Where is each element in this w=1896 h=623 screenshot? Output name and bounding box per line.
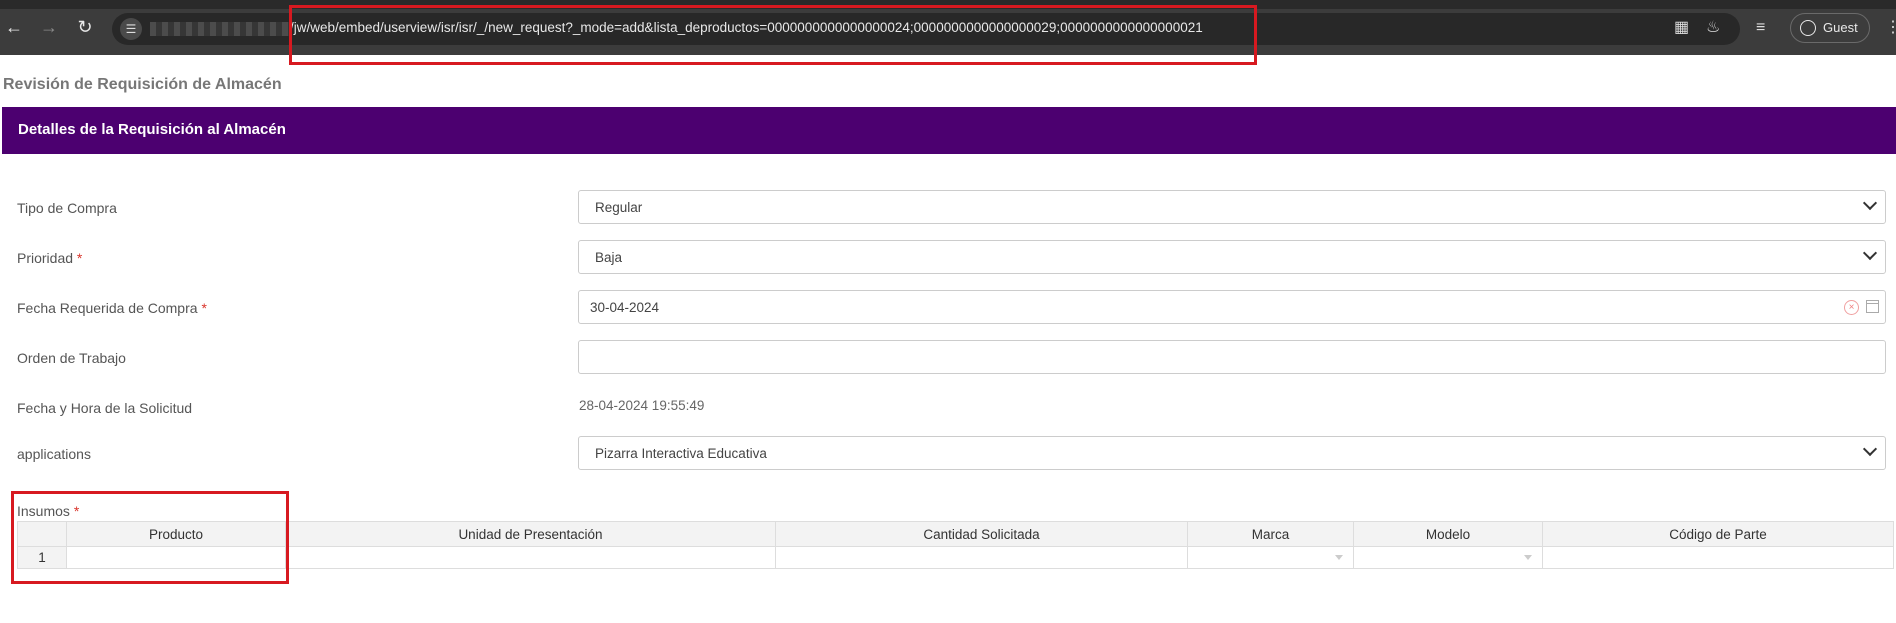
section-header-title: Detalles de la Requisición al Almacén xyxy=(18,121,286,138)
orden-trabajo-input[interactable] xyxy=(578,340,1886,374)
insumos-grid: Producto Unidad de Presentación Cantidad… xyxy=(17,521,1894,569)
fecha-requerida-label: Fecha Requerida de Compra * xyxy=(17,300,207,316)
insumos-highlight-box xyxy=(11,491,289,584)
dropdown-arrow-icon xyxy=(1524,555,1532,560)
required-mark: * xyxy=(201,300,207,316)
clear-icon[interactable]: × xyxy=(1844,300,1859,315)
tipo-compra-value: Regular xyxy=(595,200,643,215)
prioridad-label: Prioridad * xyxy=(17,250,83,266)
reload-icon[interactable]: ↻ xyxy=(74,16,96,38)
marca-cell[interactable] xyxy=(1187,546,1354,569)
url-highlight-box xyxy=(289,5,1257,65)
fecha-requerida-value: 30-04-2024 xyxy=(590,300,660,315)
menu-icon[interactable]: ⋮ xyxy=(1885,18,1896,38)
applications-label: applications xyxy=(17,446,91,462)
dropdown-arrow-icon xyxy=(1335,555,1343,560)
calendar-icon[interactable] xyxy=(1866,300,1879,313)
reading-list-icon[interactable]: ≡ xyxy=(1756,18,1765,38)
applications-value: Pizarra Interactiva Educativa xyxy=(595,446,767,461)
chevron-down-icon xyxy=(1862,245,1878,261)
tipo-compra-select[interactable]: Regular xyxy=(578,190,1886,224)
chevron-down-icon xyxy=(1862,441,1878,457)
qr-code-icon[interactable]: ▦ xyxy=(1674,18,1689,38)
prioridad-select[interactable]: Baja xyxy=(578,240,1886,274)
column-header-marca[interactable]: Marca xyxy=(1187,521,1354,547)
prioridad-value: Baja xyxy=(595,250,623,265)
profile-button[interactable]: Guest xyxy=(1790,13,1870,43)
profile-icon xyxy=(1800,20,1816,36)
tipo-compra-label: Tipo de Compra xyxy=(17,200,117,216)
column-header-modelo[interactable]: Modelo xyxy=(1353,521,1543,547)
modelo-cell[interactable] xyxy=(1353,546,1543,569)
chevron-down-icon xyxy=(1862,195,1878,211)
page-title: Revisión de Requisición de Almacén xyxy=(3,76,282,93)
orden-trabajo-label: Orden de Trabajo xyxy=(17,350,126,366)
fecha-requerida-input[interactable]: 30-04-2024 × xyxy=(578,290,1886,324)
translate-icon[interactable]: ♨ xyxy=(1706,18,1720,38)
section-header: Detalles de la Requisición al Almacén xyxy=(2,107,1896,154)
redacted-host xyxy=(150,22,290,36)
applications-select[interactable]: Pizarra Interactiva Educativa xyxy=(578,436,1886,470)
forward-icon[interactable]: → xyxy=(38,16,60,38)
column-header-cantidad-solicitada[interactable]: Cantidad Solicitada xyxy=(775,521,1188,547)
fecha-hora-solicitud-value: 28-04-2024 19:55:49 xyxy=(579,398,705,413)
codigo-parte-cell[interactable] xyxy=(1542,546,1894,569)
site-settings-icon[interactable]: ☰ xyxy=(120,18,142,40)
column-header-unidad-presentacion[interactable]: Unidad de Presentación xyxy=(285,521,776,547)
fecha-hora-solicitud-label: Fecha y Hora de la Solicitud xyxy=(17,400,193,416)
table-row: 1 xyxy=(17,546,1894,569)
profile-label: Guest xyxy=(1823,20,1858,35)
required-mark: * xyxy=(76,250,83,266)
unidad-presentacion-cell[interactable] xyxy=(285,546,776,569)
column-header-codigo-parte[interactable]: Código de Parte xyxy=(1542,521,1894,547)
back-icon[interactable]: ← xyxy=(3,16,25,38)
cantidad-solicitada-cell[interactable] xyxy=(775,546,1188,569)
grid-header-row: Producto Unidad de Presentación Cantidad… xyxy=(17,521,1894,547)
